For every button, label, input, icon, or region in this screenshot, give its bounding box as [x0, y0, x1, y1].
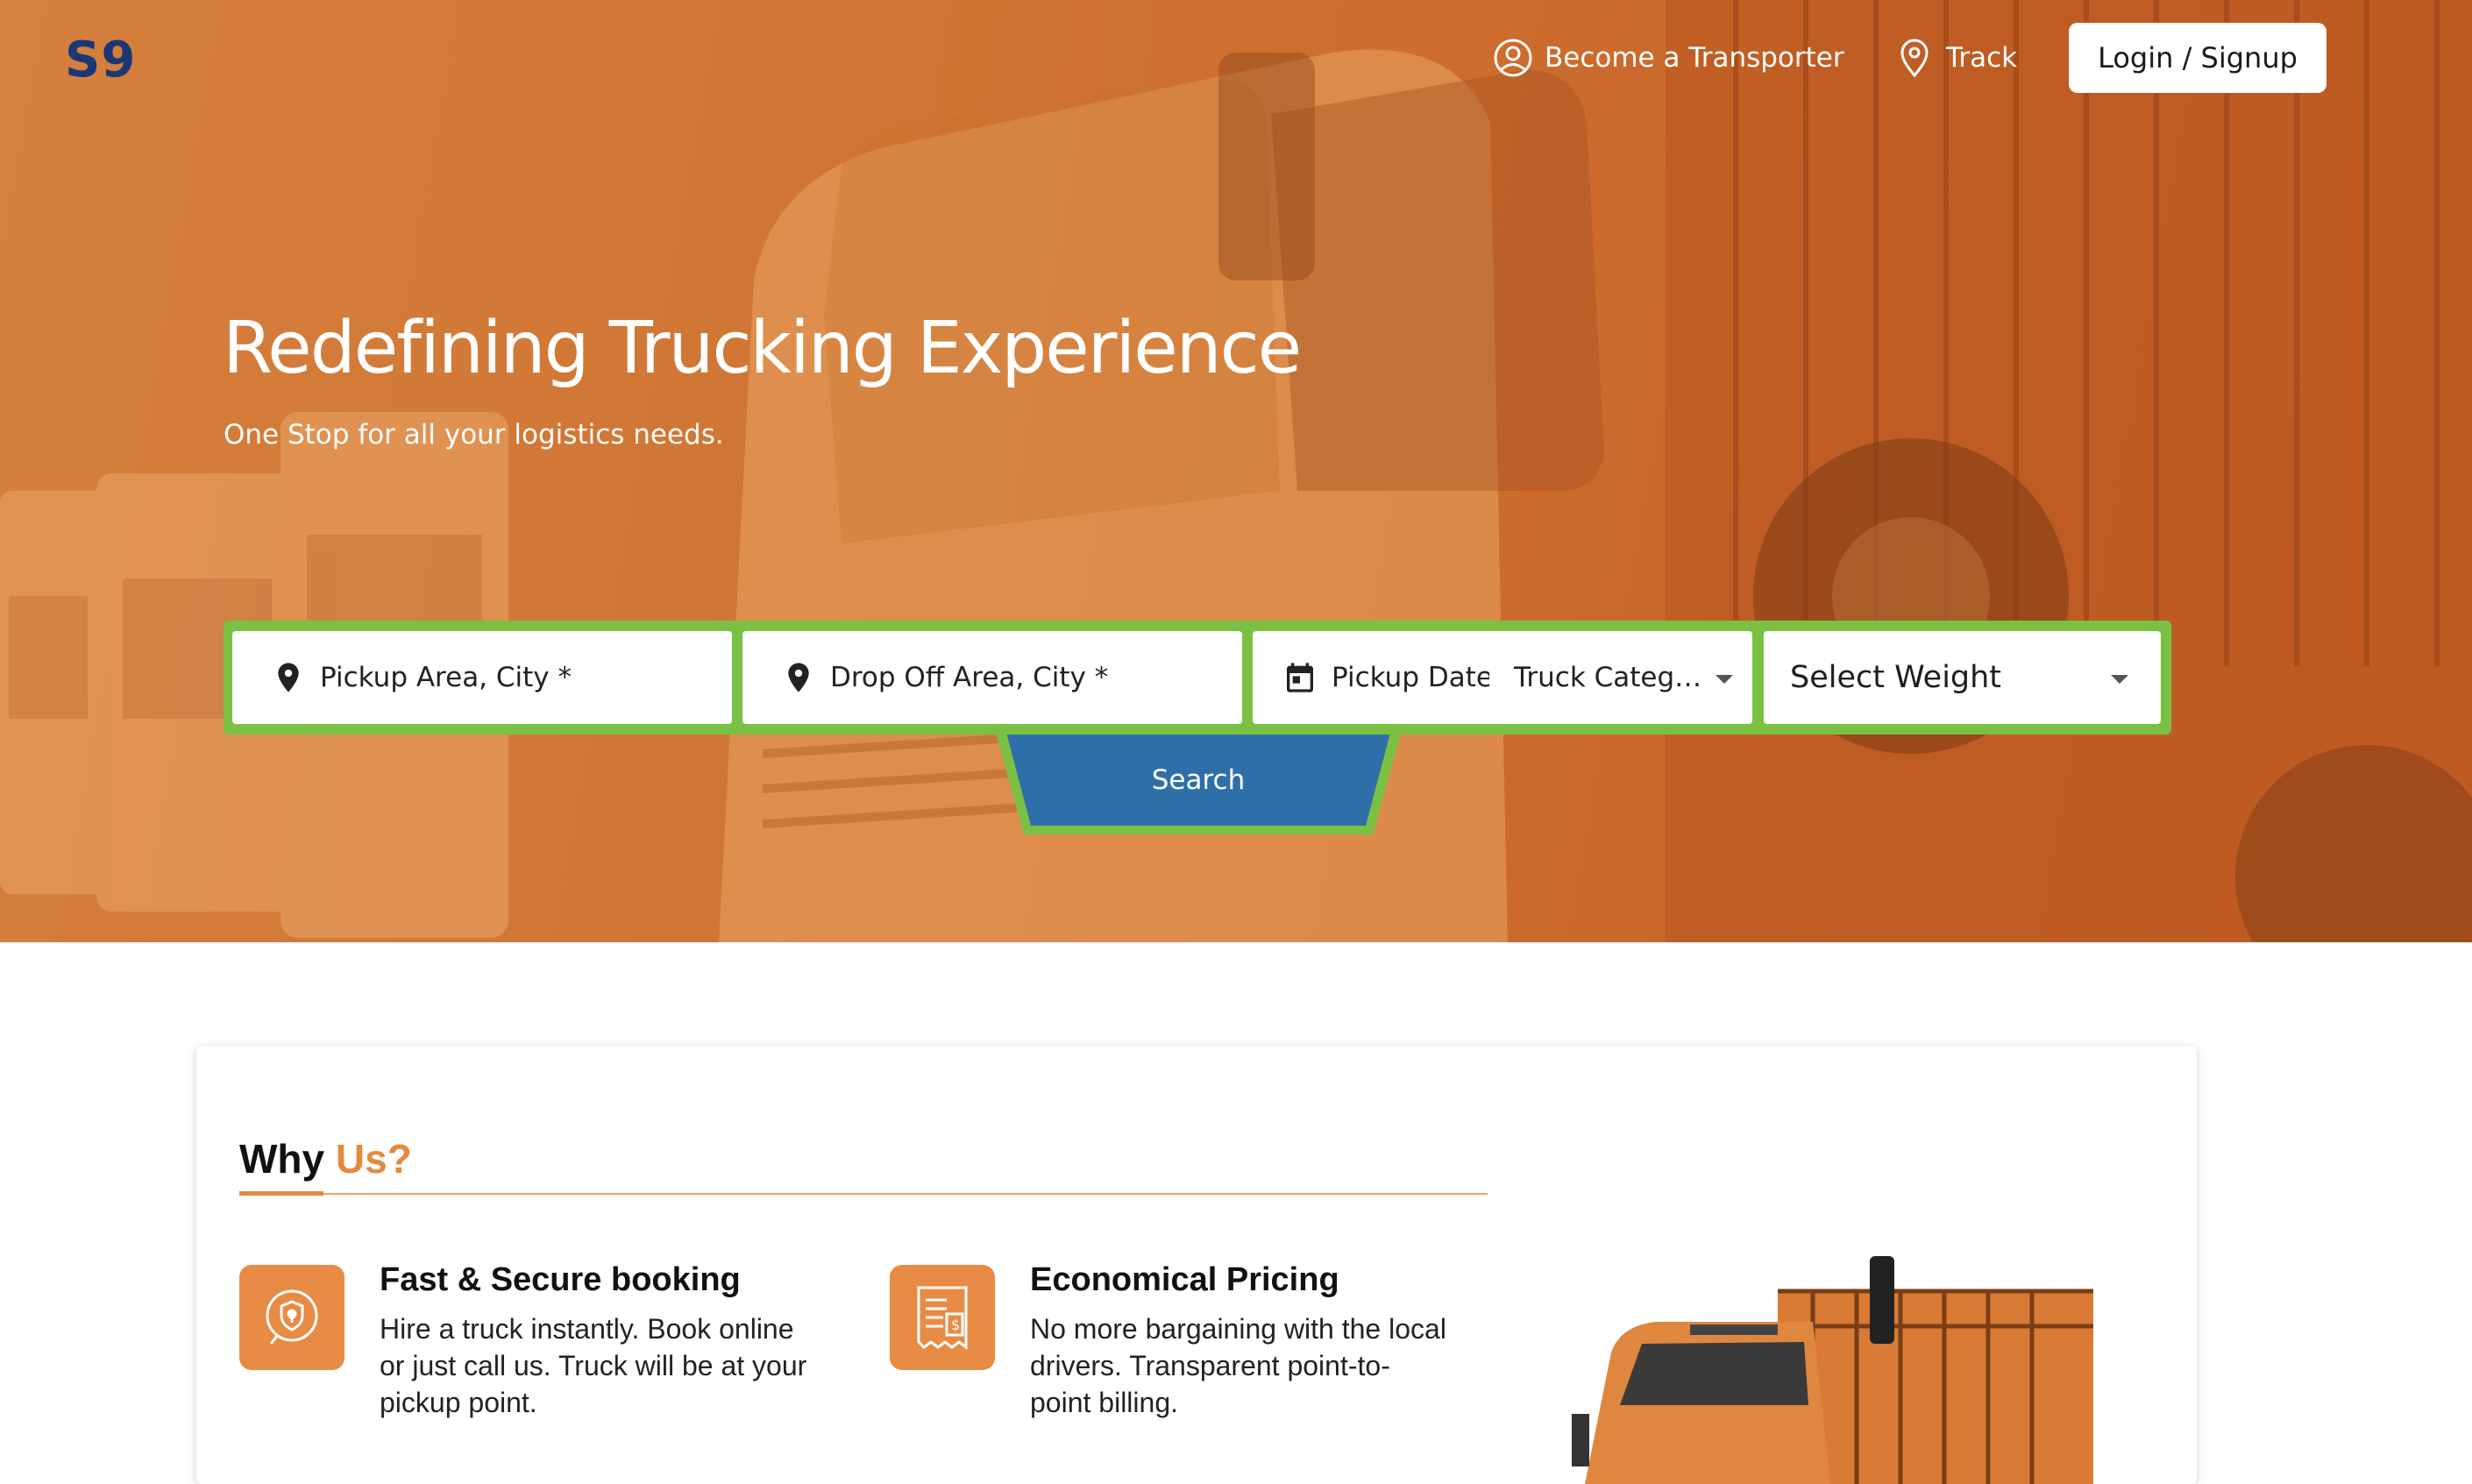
chevron-down-icon[interactable]: [2111, 675, 2128, 684]
shield-touch-icon: [239, 1265, 345, 1370]
location-pin-icon: [1893, 37, 1936, 79]
hero-banner: S9 Become a Transporter Track Login / Si…: [0, 0, 2472, 942]
track-link[interactable]: Track: [1893, 33, 2017, 82]
why-us-title-accent: Us?: [335, 1136, 412, 1182]
chevron-down-icon[interactable]: [1715, 675, 1733, 684]
feature-text-pricing: No more bargaining with the local driver…: [1030, 1313, 1446, 1418]
track-label: Track: [1946, 42, 2018, 74]
calendar-icon: [1282, 660, 1318, 695]
user-circle-icon: [1492, 37, 1534, 79]
dropoff-placeholder: Drop Off Area, City *: [830, 662, 1109, 693]
why-us-title: Why Us?: [239, 1135, 412, 1182]
truck-category-select[interactable]: Truck Categ…: [1514, 662, 1701, 693]
hero-headline: Redefining Trucking Experience: [223, 307, 1302, 390]
why-us-title-prefix: Why: [239, 1136, 325, 1182]
become-transporter-link[interactable]: Become a Transporter: [1492, 33, 1844, 82]
section-divider: [239, 1193, 1488, 1195]
search-bar: Pickup Area, City * Drop Off Area, City …: [224, 621, 2171, 735]
feature-text-booking: Hire a truck instantly. Book online or j…: [380, 1313, 807, 1418]
invoice-dollar-icon: $: [890, 1265, 995, 1370]
map-marker-icon: [781, 660, 816, 695]
become-transporter-label: Become a Transporter: [1545, 42, 1844, 74]
svg-text:$: $: [951, 1317, 960, 1333]
weight-placeholder: Select Weight: [1790, 660, 2002, 695]
pickup-date-input[interactable]: Pickup Date: [1332, 662, 1489, 693]
brand-logo[interactable]: S9: [65, 32, 136, 89]
why-us-card: Why Us? Fast & Secure booking Hire a tru…: [196, 1046, 2197, 1484]
feature-title-booking: Fast & Secure booking: [380, 1261, 741, 1298]
section-divider-accent: [239, 1191, 323, 1196]
weight-select[interactable]: Select Weight: [1764, 631, 2161, 724]
hero-subline: One Stop for all your logistics needs.: [224, 419, 724, 451]
orange-truck-image: [1572, 1256, 2093, 1484]
dropoff-field[interactable]: Drop Off Area, City *: [742, 631, 1242, 724]
date-category-field: Pickup Date Truck Categ…: [1253, 631, 1752, 724]
map-marker-icon: [271, 660, 306, 695]
pickup-field[interactable]: Pickup Area, City *: [232, 631, 732, 724]
search-button[interactable]: Search: [1017, 733, 1380, 827]
feature-title-pricing: Economical Pricing: [1030, 1261, 1339, 1298]
login-signup-button[interactable]: Login / Signup: [2069, 23, 2326, 93]
pickup-placeholder: Pickup Area, City *: [320, 662, 572, 693]
